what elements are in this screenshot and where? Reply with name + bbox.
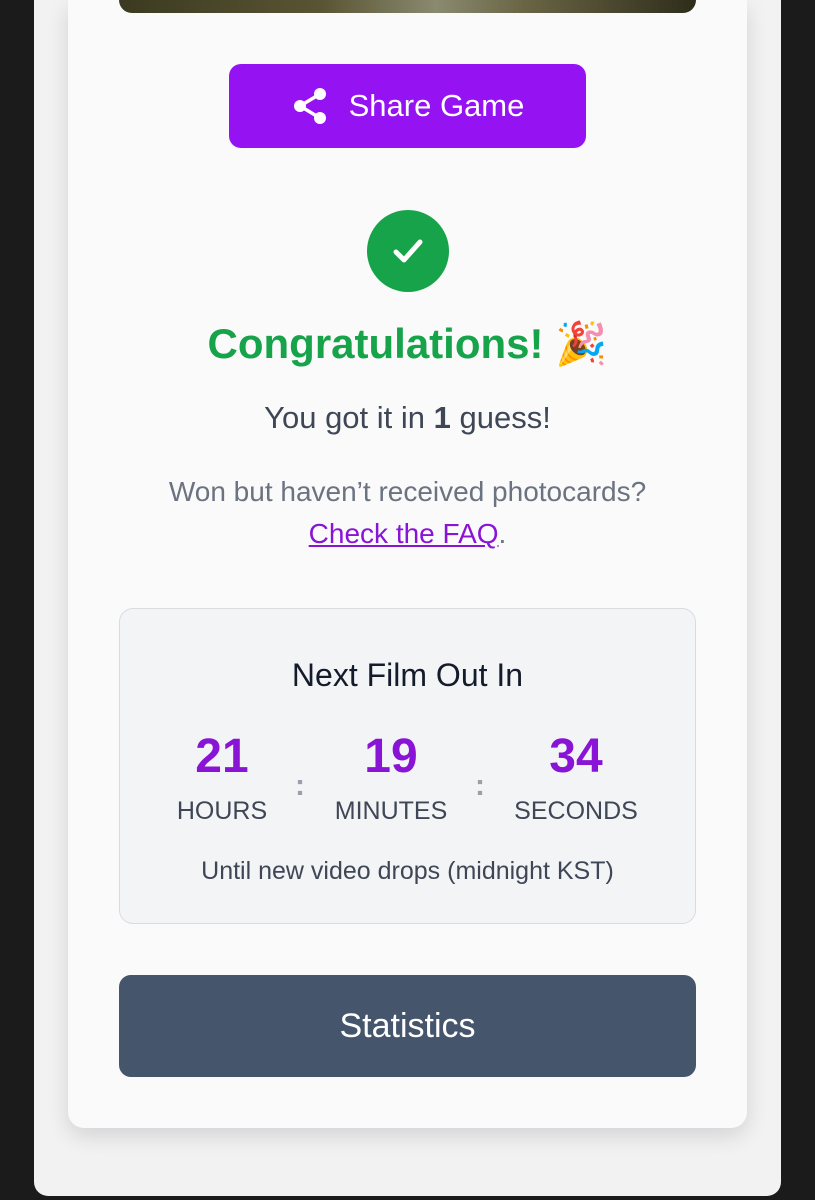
share-game-button[interactable]: Share Game [229, 64, 586, 148]
countdown-note: Until new video drops (midnight KST) [201, 857, 614, 885]
hours-unit: 21 HOURS [172, 727, 272, 826]
separator-2: : [475, 769, 485, 802]
seconds-unit: 34 SECONDS [506, 727, 646, 826]
congratulations-heading: Congratulations! 🎉 [0, 320, 815, 369]
countdown-title: Next Film Out In [291, 657, 524, 693]
photocard-question: Won but haven’t received photocards? [168, 476, 647, 507]
seconds-label: SECONDS [514, 797, 638, 825]
congratulations-text: Congratulations! [207, 320, 544, 367]
faq-line: Check the FAQ. [0, 518, 815, 550]
guess-suffix: guess! [450, 400, 551, 435]
countdown-panel: Next Film Out In 21 HOURS : 19 MINUTES :… [119, 608, 696, 924]
separator-1: : [295, 769, 305, 802]
success-check-icon [367, 210, 449, 292]
party-popper-icon: 🎉 [555, 320, 608, 367]
guess-prefix: You got it in [264, 400, 434, 435]
minutes-unit: 19 MINUTES [325, 727, 457, 826]
faq-period: . [498, 518, 507, 549]
share-button-label: Share Game [348, 88, 525, 123]
hours-label: HOURS [176, 797, 268, 825]
seconds-value: 34 [549, 730, 603, 783]
minutes-label: MINUTES [334, 797, 448, 825]
video-preview [119, 0, 696, 13]
guess-number: 1 [433, 400, 451, 435]
hours-value: 21 [195, 730, 249, 783]
guess-count-text: You got it in 1 guess! [0, 400, 815, 436]
share-icon [291, 87, 329, 125]
statistics-button[interactable]: Statistics [119, 975, 696, 1077]
minutes-value: 19 [364, 730, 418, 783]
result-card [68, 0, 747, 1128]
check-faq-link[interactable]: Check the FAQ [309, 518, 499, 549]
